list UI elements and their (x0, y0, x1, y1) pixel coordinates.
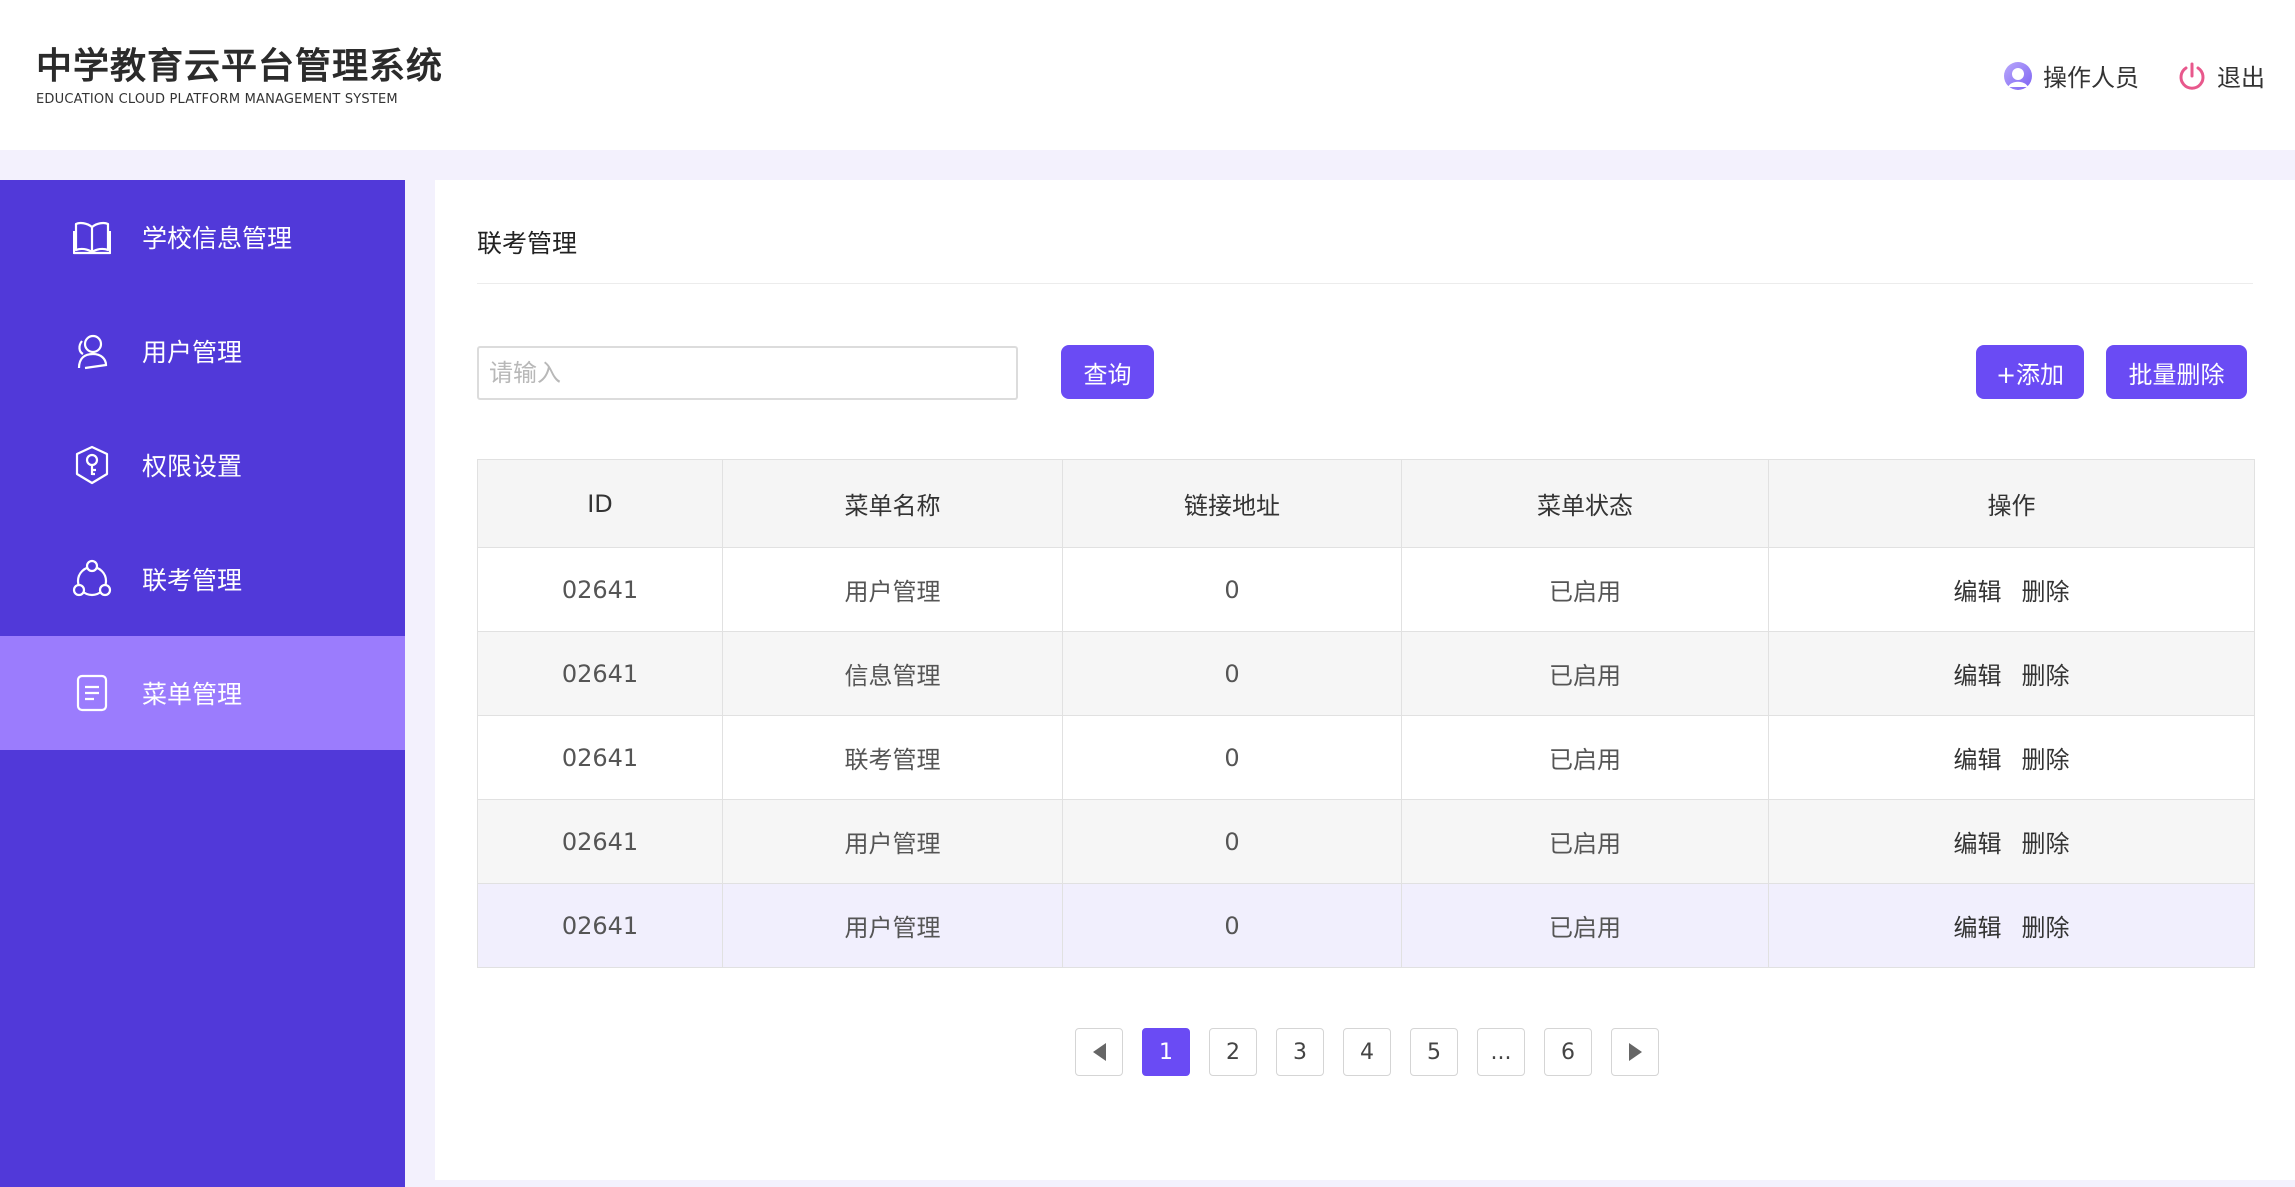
pagination: 1 2 3 4 5 ... 6 (1075, 1028, 1659, 1076)
cell-name: 信息管理 (722, 631, 1063, 716)
cell-id: 02641 (477, 547, 723, 632)
column-header-id: ID (477, 459, 723, 548)
column-header-status: 菜单状态 (1401, 459, 1769, 548)
page-ellipsis: ... (1477, 1028, 1525, 1076)
column-header-actions: 操作 (1768, 459, 2255, 548)
sidebar-item-users[interactable]: 用户管理 (0, 294, 405, 408)
page-button-3[interactable]: 3 (1276, 1028, 1324, 1076)
app-title: 中学教育云平台管理系统 (36, 46, 444, 87)
cell-name: 用户管理 (722, 799, 1063, 884)
table-row: 02641 信息管理 0 已启用 编辑 删除 (477, 631, 2255, 716)
delete-link[interactable]: 删除 (2022, 578, 2070, 606)
delete-link[interactable]: 删除 (2022, 662, 2070, 690)
page-title: 联考管理 (477, 229, 578, 258)
sidebar-item-label: 权限设置 (142, 452, 243, 481)
delete-link[interactable]: 删除 (2022, 830, 2070, 858)
cell-link: 0 (1062, 631, 1402, 716)
table-row: 02641 用户管理 0 已启用 编辑 删除 (477, 547, 2255, 632)
page-button-4[interactable]: 4 (1343, 1028, 1391, 1076)
cell-status: 已启用 (1401, 547, 1769, 632)
brand: 中学教育云平台管理系统 EDUCATION CLOUD PLATFORM MAN… (36, 44, 443, 107)
cell-id: 02641 (477, 715, 723, 800)
next-page-button[interactable] (1611, 1028, 1659, 1076)
cell-link: 0 (1062, 883, 1402, 968)
cell-name: 用户管理 (722, 883, 1063, 968)
operator-menu[interactable]: 操作人员 (2003, 58, 2139, 93)
table-row: 02641 用户管理 0 已启用 编辑 删除 (477, 883, 2255, 968)
table-row: 02641 联考管理 0 已启用 编辑 删除 (477, 715, 2255, 800)
search-input[interactable] (477, 346, 1018, 400)
table-header-row: ID 菜单名称 链接地址 菜单状态 操作 (477, 459, 2255, 548)
app-subtitle: EDUCATION CLOUD PLATFORM MANAGEMENT SYST… (36, 92, 398, 107)
page-button-2[interactable]: 2 (1209, 1028, 1257, 1076)
cell-id: 02641 (477, 799, 723, 884)
sidebar-item-joint-exam[interactable]: 联考管理 (0, 522, 405, 636)
sidebar-item-label: 学校信息管理 (142, 224, 293, 253)
batch-delete-button[interactable]: 批量删除 (2106, 345, 2247, 399)
table-row: 02641 用户管理 0 已启用 编辑 删除 (477, 799, 2255, 884)
cell-actions: 编辑 删除 (1768, 631, 2255, 716)
delete-link[interactable]: 删除 (2022, 914, 2070, 942)
cell-status: 已启用 (1401, 715, 1769, 800)
column-header-name: 菜单名称 (722, 459, 1063, 548)
cell-status: 已启用 (1401, 883, 1769, 968)
operator-label: 操作人员 (2043, 64, 2139, 92)
top-header: 中学教育云平台管理系统 EDUCATION CLOUD PLATFORM MAN… (0, 0, 2295, 150)
cell-actions: 编辑 删除 (1768, 883, 2255, 968)
edit-link[interactable]: 编辑 (1954, 914, 2002, 942)
cell-status: 已启用 (1401, 799, 1769, 884)
shield-key-icon (72, 445, 112, 485)
menu-table: ID 菜单名称 链接地址 菜单状态 操作 02641 用户管理 0 已启用 编辑… (477, 459, 2255, 968)
cell-link: 0 (1062, 799, 1402, 884)
cell-name: 联考管理 (722, 715, 1063, 800)
main-panel: 联考管理 查询 +添加 批量删除 ID 菜单名称 链接地址 菜单状态 操作 02… (435, 180, 2295, 1180)
user-icon (72, 331, 112, 371)
add-button[interactable]: +添加 (1976, 345, 2084, 399)
sidebar-item-school-info[interactable]: 学校信息管理 (0, 180, 405, 294)
cell-actions: 编辑 删除 (1768, 547, 2255, 632)
page-button-1[interactable]: 1 (1142, 1028, 1190, 1076)
page-button-6[interactable]: 6 (1544, 1028, 1592, 1076)
cell-actions: 编辑 删除 (1768, 715, 2255, 800)
edit-link[interactable]: 编辑 (1954, 830, 2002, 858)
triangle-left-icon (1092, 1043, 1106, 1061)
power-icon (2177, 61, 2207, 91)
sidebar-item-label: 用户管理 (142, 338, 243, 367)
edit-link[interactable]: 编辑 (1954, 662, 2002, 690)
cell-actions: 编辑 删除 (1768, 799, 2255, 884)
cell-status: 已启用 (1401, 631, 1769, 716)
page-button-5[interactable]: 5 (1410, 1028, 1458, 1076)
prev-page-button[interactable] (1075, 1028, 1123, 1076)
sidebar: 学校信息管理 用户管理 权限设置 联考管理 菜单管理 (0, 180, 405, 1187)
document-icon (72, 673, 112, 713)
cell-link: 0 (1062, 547, 1402, 632)
book-icon (72, 217, 112, 257)
edit-link[interactable]: 编辑 (1954, 746, 2002, 774)
divider (477, 283, 2253, 284)
sidebar-item-label: 菜单管理 (142, 680, 243, 709)
column-header-link: 链接地址 (1062, 459, 1402, 548)
triangle-right-icon (1628, 1043, 1642, 1061)
header-actions: 操作人员 退出 (2003, 58, 2265, 93)
sidebar-item-permissions[interactable]: 权限设置 (0, 408, 405, 522)
delete-link[interactable]: 删除 (2022, 746, 2070, 774)
cell-id: 02641 (477, 631, 723, 716)
share-nodes-icon (72, 559, 112, 599)
cell-name: 用户管理 (722, 547, 1063, 632)
query-button[interactable]: 查询 (1061, 345, 1154, 399)
cell-link: 0 (1062, 715, 1402, 800)
sidebar-item-menu[interactable]: 菜单管理 (0, 636, 405, 750)
edit-link[interactable]: 编辑 (1954, 578, 2002, 606)
cell-id: 02641 (477, 883, 723, 968)
logout-button[interactable]: 退出 (2177, 58, 2265, 93)
avatar-icon (2003, 61, 2033, 91)
logout-label: 退出 (2217, 64, 2265, 92)
sidebar-item-label: 联考管理 (142, 566, 243, 595)
